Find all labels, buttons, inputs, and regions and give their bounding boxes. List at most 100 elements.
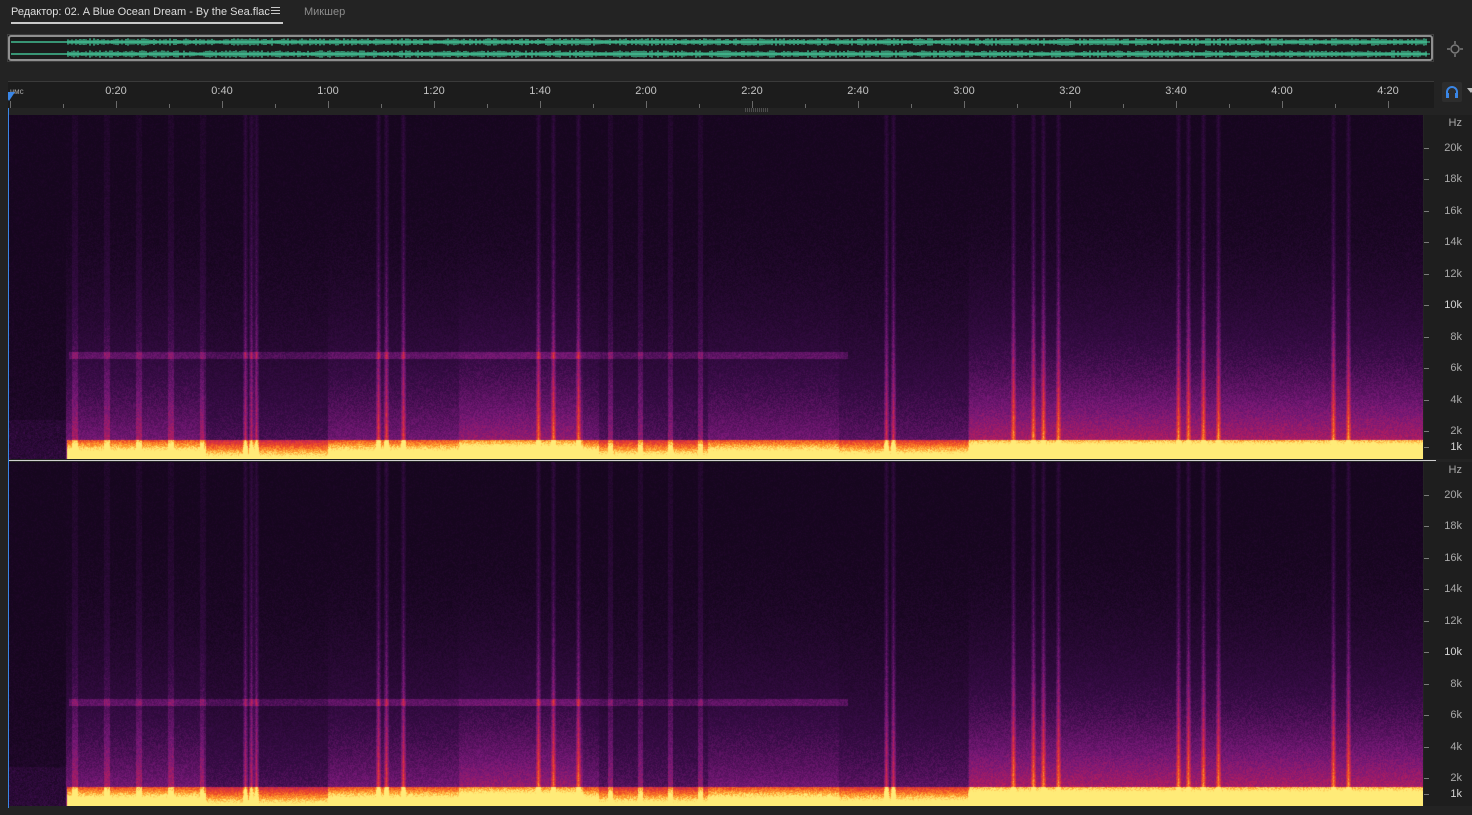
ruler-tick <box>10 101 11 108</box>
ruler-tick <box>169 104 170 108</box>
frequency-tick <box>1424 242 1429 243</box>
ruler-time-label: 4:00 <box>1271 85 1293 97</box>
spectrogram-channel-left[interactable] <box>8 115 1423 459</box>
frequency-label: 6k <box>1450 362 1462 374</box>
ruler-time-label: 1:00 <box>317 85 339 97</box>
ruler-tick <box>646 101 647 108</box>
frequency-label: 14k <box>1444 236 1462 248</box>
frequency-tick <box>1424 179 1429 180</box>
spectrogram-channel-right[interactable] <box>8 462 1423 806</box>
overview-zoom-frame[interactable] <box>8 35 1433 61</box>
ruler-tick <box>1070 101 1071 108</box>
ruler-time-label: 2:00 <box>635 85 657 97</box>
ruler-time-label: 4:20 <box>1377 85 1399 97</box>
ruler-tick <box>805 104 806 108</box>
ruler-time-label: 2:40 <box>847 85 869 97</box>
frequency-tick <box>1424 621 1429 622</box>
active-tab-indicator <box>11 22 283 24</box>
playhead-line <box>8 108 9 808</box>
frequency-tick <box>1424 148 1429 149</box>
hz-unit-label: Hz <box>1448 464 1462 476</box>
frequency-tick <box>1424 305 1429 306</box>
frequency-label: 20k <box>1444 489 1462 501</box>
timeline-ruler[interactable]: чмс 0:20 0:40 1:00 1:20 1:40 2:00 2:20 2:40 3:00… <box>7 81 1434 108</box>
ruler-time-label: 0:40 <box>211 85 233 97</box>
ruler-tick <box>63 104 64 108</box>
ruler-tick <box>593 104 594 108</box>
frequency-label: 6k <box>1450 709 1462 721</box>
ruler-tick <box>487 104 488 108</box>
frequency-tick <box>1424 778 1429 779</box>
frequency-label: 1k <box>1450 788 1462 800</box>
ruler-tick <box>1123 104 1124 108</box>
frequency-tick <box>1424 794 1429 795</box>
tab-editor[interactable]: Редактор: 02. A Blue Ocean Dream - By th… <box>11 6 270 18</box>
tab-mixer[interactable]: Микшер <box>304 6 345 18</box>
frequency-tick <box>1424 431 1429 432</box>
frequency-tick <box>1424 337 1429 338</box>
ruler-time-label: 2:20 <box>741 85 763 97</box>
ruler-time-label: 1:20 <box>423 85 445 97</box>
ruler-time-label: 1:40 <box>529 85 551 97</box>
overview-waveform[interactable] <box>7 34 1434 62</box>
ruler-tick <box>1282 101 1283 108</box>
frequency-label: 18k <box>1444 520 1462 532</box>
frequency-tick <box>1424 526 1429 527</box>
frequency-label: 2k <box>1450 425 1462 437</box>
ruler-tick <box>1176 101 1177 108</box>
frequency-tick <box>1424 400 1429 401</box>
zoom-navigator-icon[interactable] <box>1446 40 1464 58</box>
ruler-tick <box>434 101 435 108</box>
tab-bar: Редактор: 02. A Blue Ocean Dream - By th… <box>0 0 1472 28</box>
left-gutter <box>0 81 8 815</box>
ruler-tick <box>858 101 859 108</box>
frequency-tick <box>1424 274 1429 275</box>
ruler-tick <box>328 101 329 108</box>
hamburger-menu-icon[interactable] <box>271 7 280 16</box>
frequency-tick <box>1424 589 1429 590</box>
ruler-time-label: 3:20 <box>1059 85 1081 97</box>
frequency-label: 20k <box>1444 142 1462 154</box>
frequency-axis-right: Hz 20k 18k 16k 14k 12k 10k 8k 6k 4k 2k 1k <box>1424 462 1472 806</box>
frequency-label: 12k <box>1444 615 1462 627</box>
frequency-tick <box>1424 495 1429 496</box>
frequency-label: 2k <box>1450 772 1462 784</box>
frequency-label: 14k <box>1444 583 1462 595</box>
frequency-label: 16k <box>1444 552 1462 564</box>
frequency-label: 4k <box>1450 394 1462 406</box>
headphones-loop-icon[interactable] <box>1442 82 1462 102</box>
frequency-label: 18k <box>1444 173 1462 185</box>
frequency-label: 10k <box>1444 646 1462 658</box>
ruler-tick <box>1335 104 1336 108</box>
frequency-label: 8k <box>1450 678 1462 690</box>
frequency-tick <box>1424 447 1429 448</box>
frequency-tick <box>1424 684 1429 685</box>
bottom-border <box>0 808 1472 815</box>
hz-unit-label: Hz <box>1448 117 1462 129</box>
ruler-tick <box>222 101 223 108</box>
ruler-time-label: 3:40 <box>1165 85 1187 97</box>
ruler-tick <box>540 101 541 108</box>
ruler-tick <box>911 104 912 108</box>
frequency-axis-left: Hz 20k 18k 16k 14k 12k 10k 8k 6k 4k 2k 1k <box>1424 115 1472 459</box>
frequency-tick <box>1424 368 1429 369</box>
ruler-tick <box>381 104 382 108</box>
frequency-tick <box>1424 652 1429 653</box>
frequency-label: 10k <box>1444 299 1462 311</box>
ruler-tick <box>1229 104 1230 108</box>
frequency-tick <box>1424 558 1429 559</box>
chevron-down-icon[interactable] <box>1467 88 1472 93</box>
ruler-tick <box>116 101 117 108</box>
ruler-time-label: 0:20 <box>105 85 127 97</box>
ruler-tick <box>752 101 753 108</box>
frequency-tick <box>1424 211 1429 212</box>
ruler-tick <box>699 104 700 108</box>
frequency-label: 12k <box>1444 268 1462 280</box>
channel-divider <box>8 460 1436 461</box>
ruler-time-label: 3:00 <box>953 85 975 97</box>
frequency-tick <box>1424 715 1429 716</box>
ruler-tick <box>964 101 965 108</box>
frequency-label: 8k <box>1450 331 1462 343</box>
frequency-label: 16k <box>1444 205 1462 217</box>
panel-resize-grip[interactable] <box>745 108 769 112</box>
